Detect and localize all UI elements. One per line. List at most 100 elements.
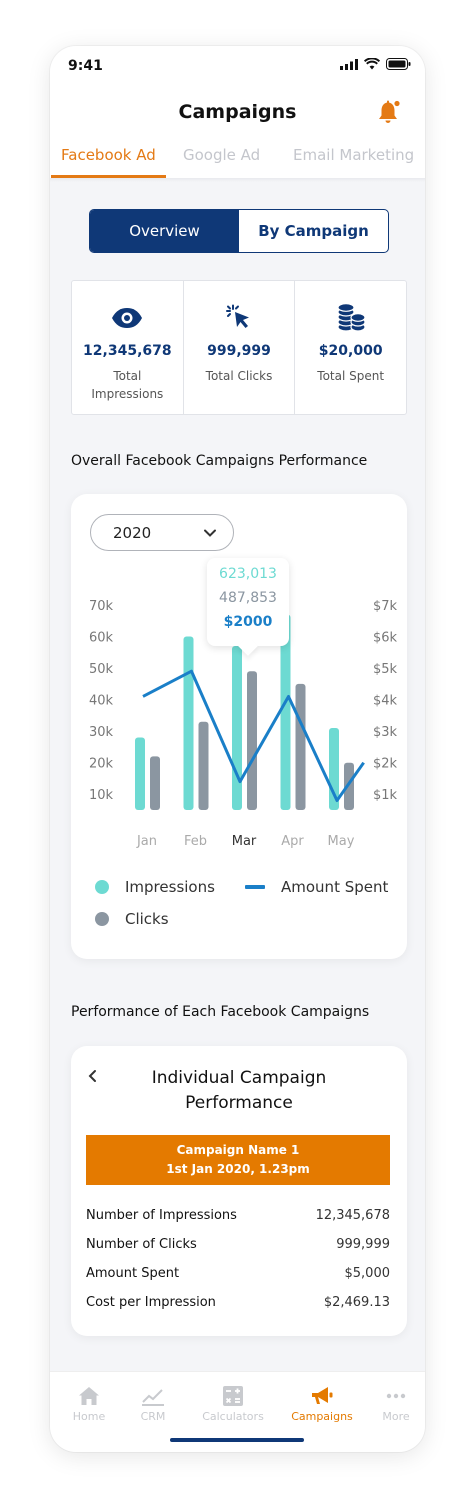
bar-impressions — [183, 636, 194, 810]
y-right-tick-label: $6k — [373, 631, 398, 646]
nav-more-label: More — [382, 1410, 410, 1423]
x-tick-label: Jan — [136, 834, 157, 849]
metric-value: 999,999 — [336, 1237, 390, 1252]
nav-more[interactable]: More — [361, 1386, 425, 1423]
home-indicator — [170, 1438, 304, 1442]
campaign-date: 1st Jan 2020, 1.23pm — [166, 1162, 310, 1176]
metric-label: Number of Impressions — [86, 1208, 237, 1223]
status-icons — [340, 58, 411, 70]
stat-spent-label: Total Spent — [317, 369, 385, 383]
bell-icon — [379, 99, 401, 123]
tooltip-clicks: 487,853 — [219, 590, 277, 606]
stat-clicks-label: Total Clicks — [205, 369, 273, 383]
y-left-tick-label: 70k — [89, 599, 114, 614]
x-tick-label: Mar — [232, 834, 257, 849]
year-select[interactable]: 2020 — [90, 514, 234, 551]
tab-facebook-ad[interactable]: Facebook Ad — [51, 144, 166, 178]
x-tick-label: May — [328, 834, 355, 849]
metric-row: Number of Impressions 12,345,678 — [86, 1208, 390, 1223]
legend-impressions-label: Impressions — [125, 878, 215, 896]
metric-label: Amount Spent — [86, 1266, 180, 1281]
by-campaign-toggle-button[interactable]: By Campaign — [239, 210, 388, 252]
summary-stats: 12,345,678 Total Impressions 999,999 Tot… — [71, 280, 407, 415]
metric-row: Cost per Impression $2,469.13 — [86, 1295, 390, 1310]
campaign-card-title: Individual Campaign Performance — [71, 1066, 407, 1116]
phone-frame: 9:41 Campaigns Facebook Ad Google Ad Ema… — [50, 46, 425, 1452]
overall-section-title: Overall Facebook Campaigns Performance — [71, 453, 368, 469]
tab-email-marketing[interactable]: Email Marketing — [293, 144, 414, 178]
legend-clicks-label: Clicks — [125, 910, 169, 928]
bar-impressions — [232, 646, 242, 810]
eye-icon — [112, 308, 143, 328]
y-left-tick-label: 60k — [89, 631, 114, 646]
individual-campaign-card: Individual Campaign Performance Campaign… — [71, 1046, 407, 1336]
legend-amount-spent: Amount Spent — [245, 878, 388, 896]
cursor-click-icon — [226, 304, 249, 328]
legend-amount-spent-swatch — [245, 885, 265, 889]
year-select-value: 2020 — [113, 523, 152, 542]
campaign-name: Campaign Name 1 — [176, 1143, 300, 1157]
metric-label: Number of Clicks — [86, 1237, 197, 1252]
bar-impressions — [135, 737, 145, 810]
chart-line-icon — [142, 1389, 164, 1406]
campaign-card-title-text: Individual Campaign Performance — [151, 1068, 327, 1113]
campaigns-section-title: Performance of Each Facebook Campaigns — [71, 1004, 370, 1020]
view-toggle: Overview By Campaign — [89, 209, 389, 253]
stat-clicks-value: 999,999 — [207, 343, 271, 359]
y-right-tick-label: $7k — [373, 599, 398, 614]
nav-calculators-label: Calculators — [202, 1410, 264, 1423]
stat-spent-value: $20,000 — [318, 343, 383, 359]
metric-value: 12,345,678 — [315, 1208, 390, 1223]
nav-home[interactable]: Home — [54, 1386, 124, 1423]
channel-tabs: Facebook Ad Google Ad Email Marketing — [50, 144, 425, 178]
metric-value: $5,000 — [344, 1266, 391, 1281]
legend-impressions: Impressions — [95, 878, 215, 896]
nav-crm-label: CRM — [140, 1410, 166, 1423]
tab-google-ad[interactable]: Google Ad — [183, 144, 260, 178]
coin-stack-icon — [337, 303, 366, 332]
legend-amount-spent-label: Amount Spent — [281, 878, 389, 896]
nav-crm[interactable]: CRM — [118, 1386, 188, 1423]
cellular-signal-icon — [340, 58, 358, 70]
y-right-tick-label: $1k — [373, 788, 398, 803]
bar-clicks — [150, 756, 160, 810]
bar-clicks — [247, 671, 257, 810]
stat-impressions-label: Total Impressions — [91, 369, 164, 401]
metric-value: $2,469.13 — [323, 1295, 390, 1310]
bar-clicks — [295, 683, 306, 810]
nav-home-label: Home — [72, 1410, 106, 1423]
metric-row: Number of Clicks 999,999 — [86, 1237, 390, 1252]
legend-impressions-swatch — [95, 880, 109, 894]
stat-impressions: 12,345,678 Total Impressions — [72, 281, 184, 414]
battery-icon — [386, 58, 411, 70]
tooltip-spent: $2000 — [223, 614, 273, 630]
status-bar: 9:41 — [50, 46, 425, 86]
performance-chart-card: 10k 20k 30k 40k 50k 60k 70k $1k $2k $3k $4k $5k $6k $… — [71, 494, 407, 959]
y-left-tick-label: 30k — [89, 725, 114, 740]
nav-campaigns[interactable]: Campaigns — [287, 1386, 357, 1423]
x-tick-label: Apr — [281, 834, 304, 849]
home-icon — [79, 1387, 99, 1405]
y-left-tick-label: 50k — [89, 662, 114, 677]
tabs-divider — [50, 178, 425, 182]
stat-spent: $20,000 Total Spent — [295, 281, 406, 414]
nav-campaigns-label: Campaigns — [291, 1410, 353, 1423]
y-left-tick-label: 20k — [89, 757, 114, 772]
nav-calculators[interactable]: Calculators — [197, 1386, 269, 1423]
campaign-banner: Campaign Name 1 1st Jan 2020, 1.23pm — [86, 1135, 390, 1185]
metric-row: Amount Spent $5,000 — [86, 1266, 390, 1281]
y-left-tick-label: 40k — [89, 694, 114, 709]
chart-tooltip: 623,013 487,853 $2000 — [207, 558, 289, 646]
y-left-tick-label: 10k — [89, 788, 114, 803]
chevron-down-icon — [204, 529, 216, 537]
y-right-tick-label: $4k — [373, 694, 398, 709]
overview-toggle-button[interactable]: Overview — [90, 210, 239, 252]
page-title: Campaigns — [178, 101, 297, 123]
wifi-icon — [364, 58, 380, 70]
x-tick-label: Feb — [184, 834, 207, 849]
notification-button[interactable] — [375, 98, 403, 130]
bar-clicks — [198, 721, 209, 810]
legend-clicks-swatch — [95, 912, 109, 926]
stat-impressions-value: 12,345,678 — [83, 343, 172, 359]
stat-clicks: 999,999 Total Clicks — [184, 281, 296, 414]
